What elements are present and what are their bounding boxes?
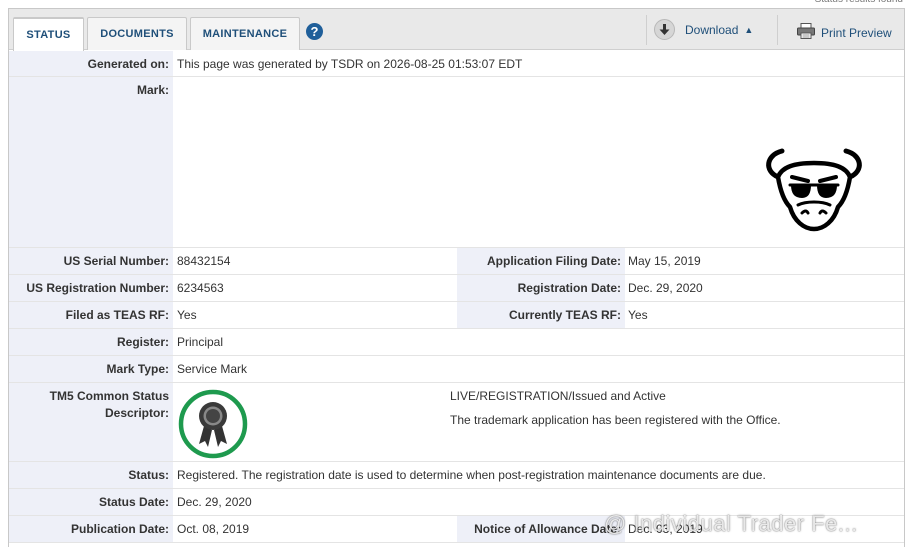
tm5-label-line1: TM5 Common Status	[49, 389, 169, 403]
tab-documents[interactable]: DOCUMENTS	[87, 17, 187, 50]
table-row: Filed as TEAS RF: Yes Currently TEAS RF:…	[9, 302, 904, 329]
filing-date-value: May 15, 2019	[628, 254, 701, 268]
mark-label: Mark:	[136, 83, 169, 97]
print-preview-label: Print Preview	[821, 25, 892, 40]
table-row: Generated on: This page was generated by…	[9, 51, 904, 77]
toolbar-divider	[646, 15, 647, 45]
registration-date-label: Registration Date:	[517, 281, 621, 295]
print-preview-button[interactable]: Print Preview	[797, 23, 892, 42]
mark-image	[762, 141, 866, 238]
registration-date-value: Dec. 29, 2020	[628, 281, 703, 295]
table-row: TM5 Common Status Descriptor: LIVE/REGIS…	[9, 383, 904, 462]
table-row: Register: Principal	[9, 329, 904, 356]
registered-badge-icon	[177, 388, 249, 463]
teas-rf-value: Yes	[177, 308, 197, 322]
tab-status[interactable]: STATUS	[13, 17, 84, 51]
tsdr-panel: STATUS DOCUMENTS MAINTENANCE ? Download …	[8, 8, 905, 547]
status-label: Status:	[128, 468, 169, 482]
allowance-date-label: Notice of Allowance Date:	[474, 522, 621, 536]
generated-on-label: Generated on:	[87, 57, 169, 71]
mark-type-value: Service Mark	[177, 362, 248, 376]
table-row: Mark Type: Service Mark	[9, 356, 904, 383]
tm5-label-line2: Descriptor:	[104, 406, 169, 420]
generated-on-value: This page was generated by TSDR on 2026-…	[177, 57, 523, 71]
register-value: Principal	[177, 335, 224, 349]
serial-number-value: 88432154	[177, 254, 231, 268]
help-icon[interactable]: ?	[306, 23, 323, 40]
mark-type-label: Mark Type:	[106, 362, 169, 376]
publication-date-value: Oct. 08, 2019	[177, 522, 250, 536]
registration-number-value: 6234563	[177, 281, 224, 295]
download-label: Download	[685, 22, 739, 37]
toolbar-divider	[777, 15, 778, 45]
register-label: Register:	[116, 335, 169, 349]
filing-date-label: Application Filing Date:	[487, 254, 621, 268]
caret-up-icon: ▲	[744, 24, 754, 35]
status-date-value: Dec. 29, 2020	[177, 495, 252, 509]
download-arrow-icon	[654, 19, 675, 40]
table-row: US Serial Number: 88432154 Application F…	[9, 248, 904, 275]
publication-date-label: Publication Date:	[70, 522, 169, 536]
tm5-description-value: The trademark application has been regis…	[450, 413, 781, 427]
tab-bar: STATUS DOCUMENTS MAINTENANCE ? Download …	[9, 9, 904, 51]
registration-number-label: US Registration Number:	[26, 281, 169, 295]
status-table: Generated on: This page was generated by…	[9, 51, 904, 543]
teas-rf-label: Filed as TEAS RF:	[65, 308, 169, 322]
current-teas-rf-value: Yes	[628, 308, 648, 322]
corner-text: Status results found	[751, 0, 911, 6]
current-teas-rf-label: Currently TEAS RF:	[508, 308, 621, 322]
tm5-status-value: LIVE/REGISTRATION/Issued and Active	[450, 389, 666, 403]
status-date-label: Status Date:	[98, 495, 169, 509]
status-value: Registered. The registration date is use…	[177, 468, 766, 482]
serial-number-label: US Serial Number:	[63, 254, 169, 268]
table-row: Status: Registered. The registration dat…	[9, 462, 904, 489]
download-button[interactable]: Download ▲	[654, 19, 753, 40]
watermark: @ Individual Trader Fe...	[604, 511, 858, 536]
table-row: Mark:	[9, 77, 904, 248]
printer-icon	[797, 23, 815, 42]
table-row: US Registration Number: 6234563 Registra…	[9, 275, 904, 302]
tab-maintenance[interactable]: MAINTENANCE	[190, 17, 300, 50]
